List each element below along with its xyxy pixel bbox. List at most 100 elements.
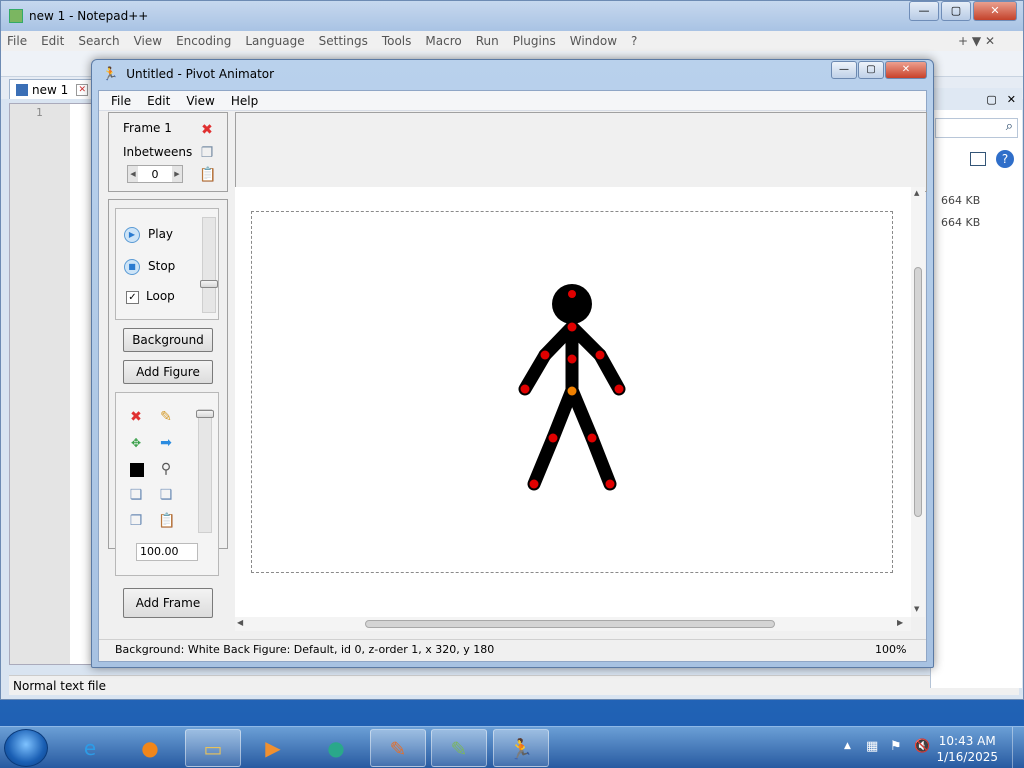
taskbar-pivot-icon[interactable]: 🏃: [493, 729, 549, 767]
start-button[interactable]: [4, 729, 48, 767]
menu-edit[interactable]: Edit: [139, 94, 178, 108]
scroll-down-arrow-icon[interactable]: ▼: [914, 605, 919, 613]
decrement-arrow-icon[interactable]: ◀: [128, 166, 138, 182]
menu-file[interactable]: File: [7, 34, 27, 48]
delete-figure-icon[interactable]: ✖: [128, 409, 144, 425]
close-tab-icon[interactable]: ✕: [76, 83, 89, 96]
help-icon[interactable]: ?: [996, 150, 1014, 168]
joint-handle[interactable]: [548, 433, 558, 443]
maximize-button[interactable]: ▢: [858, 61, 884, 79]
close-button[interactable]: ✕: [973, 1, 1017, 21]
tab-new-1[interactable]: new 1 ✕: [9, 79, 96, 99]
search-box[interactable]: ⌕: [935, 118, 1018, 138]
center-figure-icon[interactable]: ✥: [128, 435, 144, 451]
preview-pane-icon[interactable]: [970, 152, 986, 166]
paste-frame-icon[interactable]: 📋: [199, 167, 216, 183]
joint-handle[interactable]: [529, 479, 539, 489]
minimize-button[interactable]: —: [831, 61, 857, 79]
restore-button[interactable]: ▢: [986, 93, 996, 106]
speed-slider-thumb[interactable]: [200, 280, 218, 288]
stop-icon[interactable]: ■: [124, 259, 140, 275]
taskbar-notepadpp-icon[interactable]: ✎: [431, 729, 487, 767]
joint-handle[interactable]: [595, 350, 605, 360]
menu-view[interactable]: View: [178, 94, 222, 108]
vertical-scrollbar[interactable]: ▲ ▼: [911, 187, 925, 617]
menu-search[interactable]: Search: [78, 34, 119, 48]
edit-figure-icon[interactable]: ✎: [158, 409, 174, 425]
horizontal-scrollbar[interactable]: ◀ ▶: [235, 617, 911, 631]
delete-frame-icon[interactable]: ✖: [199, 122, 215, 138]
vertical-scroll-thumb[interactable]: [914, 267, 922, 517]
menu-window[interactable]: Window: [570, 34, 617, 48]
paste-figure-icon[interactable]: 📋: [158, 513, 175, 529]
menu-plugins[interactable]: Plugins: [513, 34, 556, 48]
menu-settings[interactable]: Settings: [319, 34, 368, 48]
taskbar-explorer-icon[interactable]: ▭: [185, 729, 241, 767]
send-back-icon[interactable]: ❏: [128, 487, 144, 503]
stop-button-label[interactable]: Stop: [148, 259, 175, 273]
scroll-left-arrow-icon[interactable]: ◀: [237, 618, 243, 627]
system-clock[interactable]: 10:43 AM 1/16/2025: [936, 733, 998, 765]
joint-tool-icon[interactable]: ⚲: [158, 461, 174, 477]
taskbar-paint-icon[interactable]: ✎: [370, 729, 426, 767]
origin-joint-handle[interactable]: [567, 386, 577, 396]
play-button-label[interactable]: Play: [148, 227, 173, 241]
bring-front-icon[interactable]: ❏: [158, 487, 174, 503]
loop-checkbox[interactable]: ✓: [126, 291, 139, 304]
menu-right-controls[interactable]: + ▼ ✕: [958, 34, 995, 48]
menu-language[interactable]: Language: [245, 34, 304, 48]
menu-run[interactable]: Run: [476, 34, 499, 48]
stick-figure[interactable]: [252, 212, 894, 574]
scroll-right-arrow-icon[interactable]: ▶: [897, 618, 903, 627]
joint-handle[interactable]: [605, 479, 615, 489]
taskbar-chat-icon[interactable]: ●: [308, 729, 364, 767]
close-button[interactable]: ✕: [1007, 93, 1016, 106]
menu-help[interactable]: Help: [223, 94, 266, 108]
menu-tools[interactable]: Tools: [382, 34, 412, 48]
show-desktop-button[interactable]: [1012, 727, 1024, 768]
line-number-gutter: 1: [10, 104, 70, 664]
stage[interactable]: [251, 211, 893, 573]
joint-handle[interactable]: [540, 350, 550, 360]
action-center-flag-icon[interactable]: ⚑: [890, 739, 902, 754]
horizontal-scroll-thumb[interactable]: [365, 620, 775, 628]
copy-figure-icon[interactable]: ❐: [128, 513, 144, 529]
frames-strip[interactable]: [235, 112, 927, 192]
joint-handle[interactable]: [614, 384, 624, 394]
joint-handle[interactable]: [568, 290, 576, 298]
joint-handle[interactable]: [567, 354, 577, 364]
color-swatch-icon[interactable]: [130, 463, 144, 477]
scroll-up-arrow-icon[interactable]: ▲: [914, 189, 919, 197]
menu-help[interactable]: ?: [631, 34, 637, 48]
taskbar-media-icon[interactable]: ▶: [245, 729, 301, 767]
volume-muted-icon[interactable]: 🔇: [914, 739, 930, 754]
joint-handle[interactable]: [520, 384, 530, 394]
menu-view[interactable]: View: [134, 34, 162, 48]
speed-slider[interactable]: [200, 217, 218, 313]
menu-encoding[interactable]: Encoding: [176, 34, 231, 48]
increment-arrow-icon[interactable]: ▶: [172, 166, 182, 182]
add-figure-button[interactable]: Add Figure: [123, 360, 213, 384]
inbetweens-stepper[interactable]: ◀ 0 ▶: [127, 165, 183, 183]
scale-slider[interactable]: [196, 409, 214, 533]
menu-file[interactable]: File: [103, 94, 139, 108]
menu-macro[interactable]: Macro: [425, 34, 461, 48]
joint-handle[interactable]: [567, 322, 577, 332]
maximize-button[interactable]: ▢: [941, 1, 971, 21]
close-button[interactable]: ✕: [885, 61, 927, 79]
menu-edit[interactable]: Edit: [41, 34, 64, 48]
play-icon[interactable]: ▶: [124, 227, 140, 243]
taskbar-ie-icon[interactable]: e: [62, 729, 118, 767]
background-button[interactable]: Background: [123, 328, 213, 352]
save-icon: [16, 83, 28, 96]
copy-frame-icon[interactable]: ❐: [199, 145, 215, 161]
scale-slider-thumb[interactable]: [196, 410, 214, 418]
scale-input[interactable]: 100.00: [136, 543, 198, 561]
add-frame-button[interactable]: Add Frame: [123, 588, 213, 618]
network-icon[interactable]: ▦: [866, 739, 878, 754]
flip-figure-icon[interactable]: ➡: [158, 435, 174, 451]
tray-expand-icon[interactable]: ▲: [844, 741, 851, 751]
taskbar-firefox-icon[interactable]: ●: [122, 729, 178, 767]
minimize-button[interactable]: —: [909, 1, 939, 21]
joint-handle[interactable]: [587, 433, 597, 443]
